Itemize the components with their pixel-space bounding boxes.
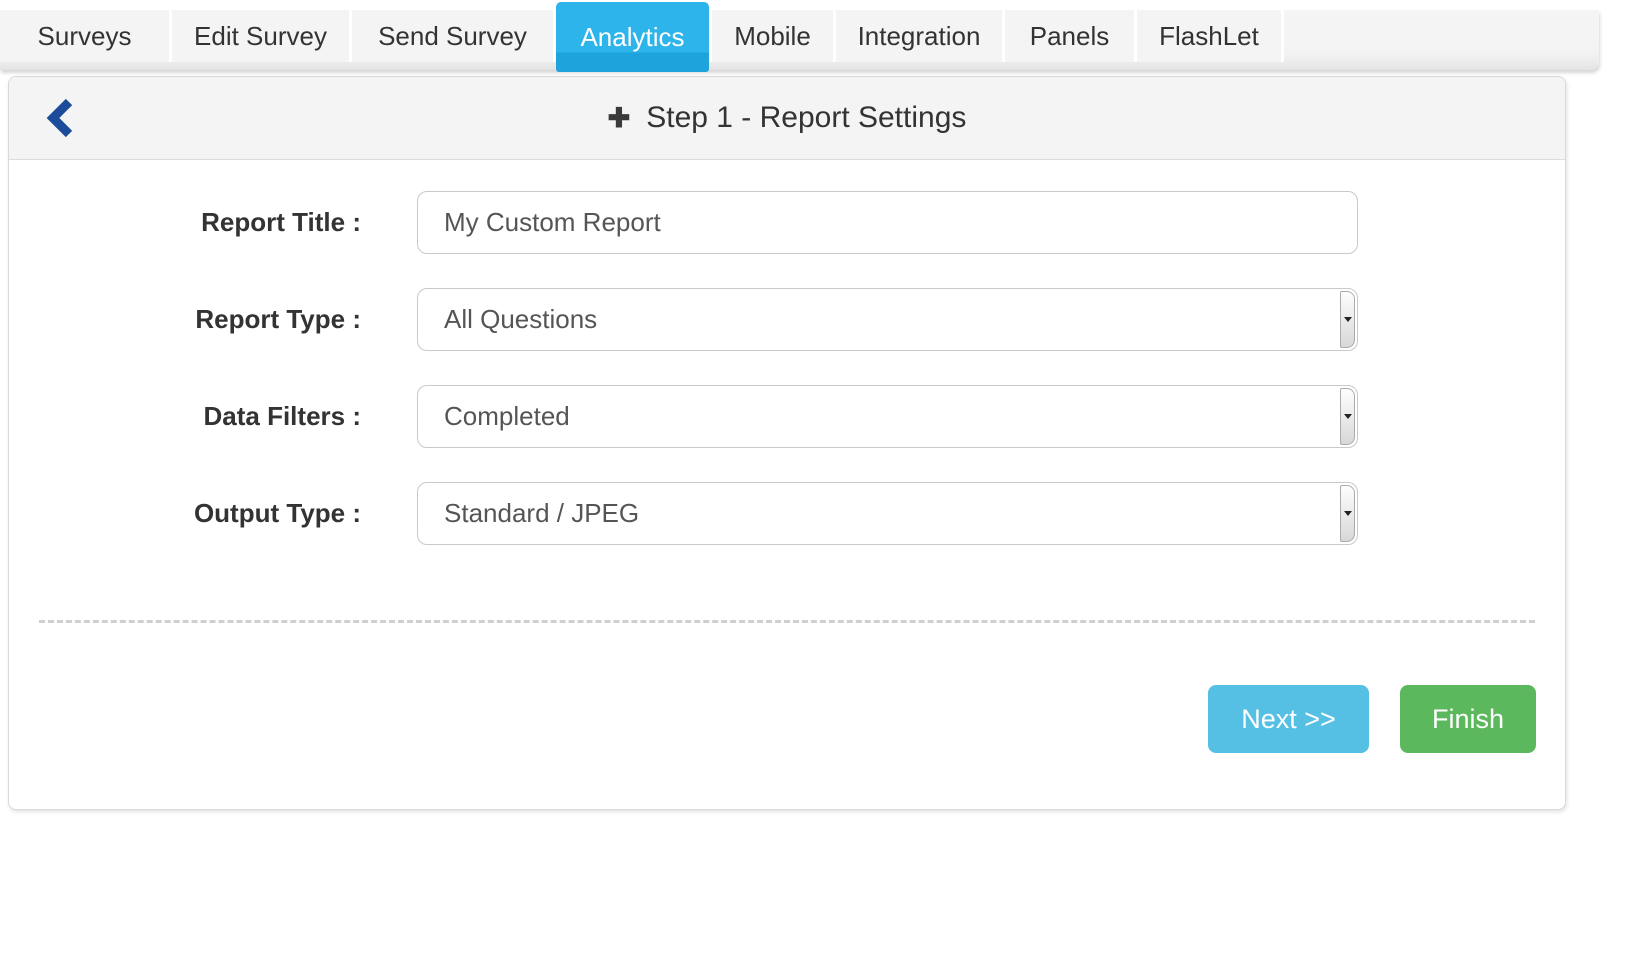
report-title-input[interactable] — [417, 191, 1358, 254]
tab-integration[interactable]: Integration — [836, 10, 1005, 62]
top-navbar: Surveys Edit Survey Send Survey Analytic… — [0, 0, 1599, 70]
dropdown-arrow-button[interactable] — [1340, 388, 1355, 445]
caret-down-icon — [1344, 414, 1352, 419]
output-type-select[interactable]: Standard / JPEG — [417, 482, 1358, 545]
next-button[interactable]: Next >> — [1208, 685, 1369, 753]
tab-analytics[interactable]: Analytics — [556, 2, 709, 72]
action-buttons: Next >> Finish — [9, 685, 1565, 753]
output-type-label: Output Type : — [9, 498, 361, 529]
chevron-left-icon — [45, 98, 73, 138]
report-type-row: Report Type : All Questions — [9, 288, 1565, 351]
report-type-select[interactable]: All Questions — [417, 288, 1358, 351]
page-title-wrap: ✚ Step 1 - Report Settings — [608, 101, 967, 135]
tab-panels[interactable]: Panels — [1005, 10, 1137, 62]
data-filters-row: Data Filters : Completed — [9, 385, 1565, 448]
selected-value: Standard / JPEG — [444, 498, 639, 529]
report-title-row: Report Title : — [9, 191, 1565, 254]
finish-button[interactable]: Finish — [1400, 685, 1536, 753]
data-filters-select[interactable]: Completed — [417, 385, 1358, 448]
dropdown-arrow-button[interactable] — [1340, 485, 1355, 542]
tab-send-survey[interactable]: Send Survey — [352, 10, 556, 62]
data-filters-label: Data Filters : — [9, 401, 361, 432]
caret-down-icon — [1344, 511, 1352, 516]
selected-value: Completed — [444, 401, 570, 432]
tab-mobile[interactable]: Mobile — [709, 10, 836, 62]
plus-icon: ✚ — [608, 103, 631, 134]
page-title: Step 1 - Report Settings — [646, 101, 966, 135]
output-type-row: Output Type : Standard / JPEG — [9, 482, 1565, 545]
dropdown-arrow-button[interactable] — [1340, 291, 1355, 348]
selected-value: All Questions — [444, 304, 597, 335]
card-header: ✚ Step 1 - Report Settings — [9, 77, 1565, 160]
dashed-divider — [39, 620, 1535, 623]
tab-edit-survey[interactable]: Edit Survey — [172, 10, 352, 62]
report-title-label: Report Title : — [9, 207, 361, 238]
report-settings-card: ✚ Step 1 - Report Settings Report Title … — [8, 76, 1566, 810]
tab-flashlet[interactable]: FlashLet — [1137, 10, 1284, 62]
tab-surveys[interactable]: Surveys — [0, 10, 172, 62]
caret-down-icon — [1344, 317, 1352, 322]
back-button[interactable] — [45, 98, 73, 138]
report-settings-form: Report Title : Report Type : All Questio… — [9, 160, 1565, 545]
report-type-label: Report Type : — [9, 304, 361, 335]
nav-tabs: Surveys Edit Survey Send Survey Analytic… — [0, 10, 1284, 62]
